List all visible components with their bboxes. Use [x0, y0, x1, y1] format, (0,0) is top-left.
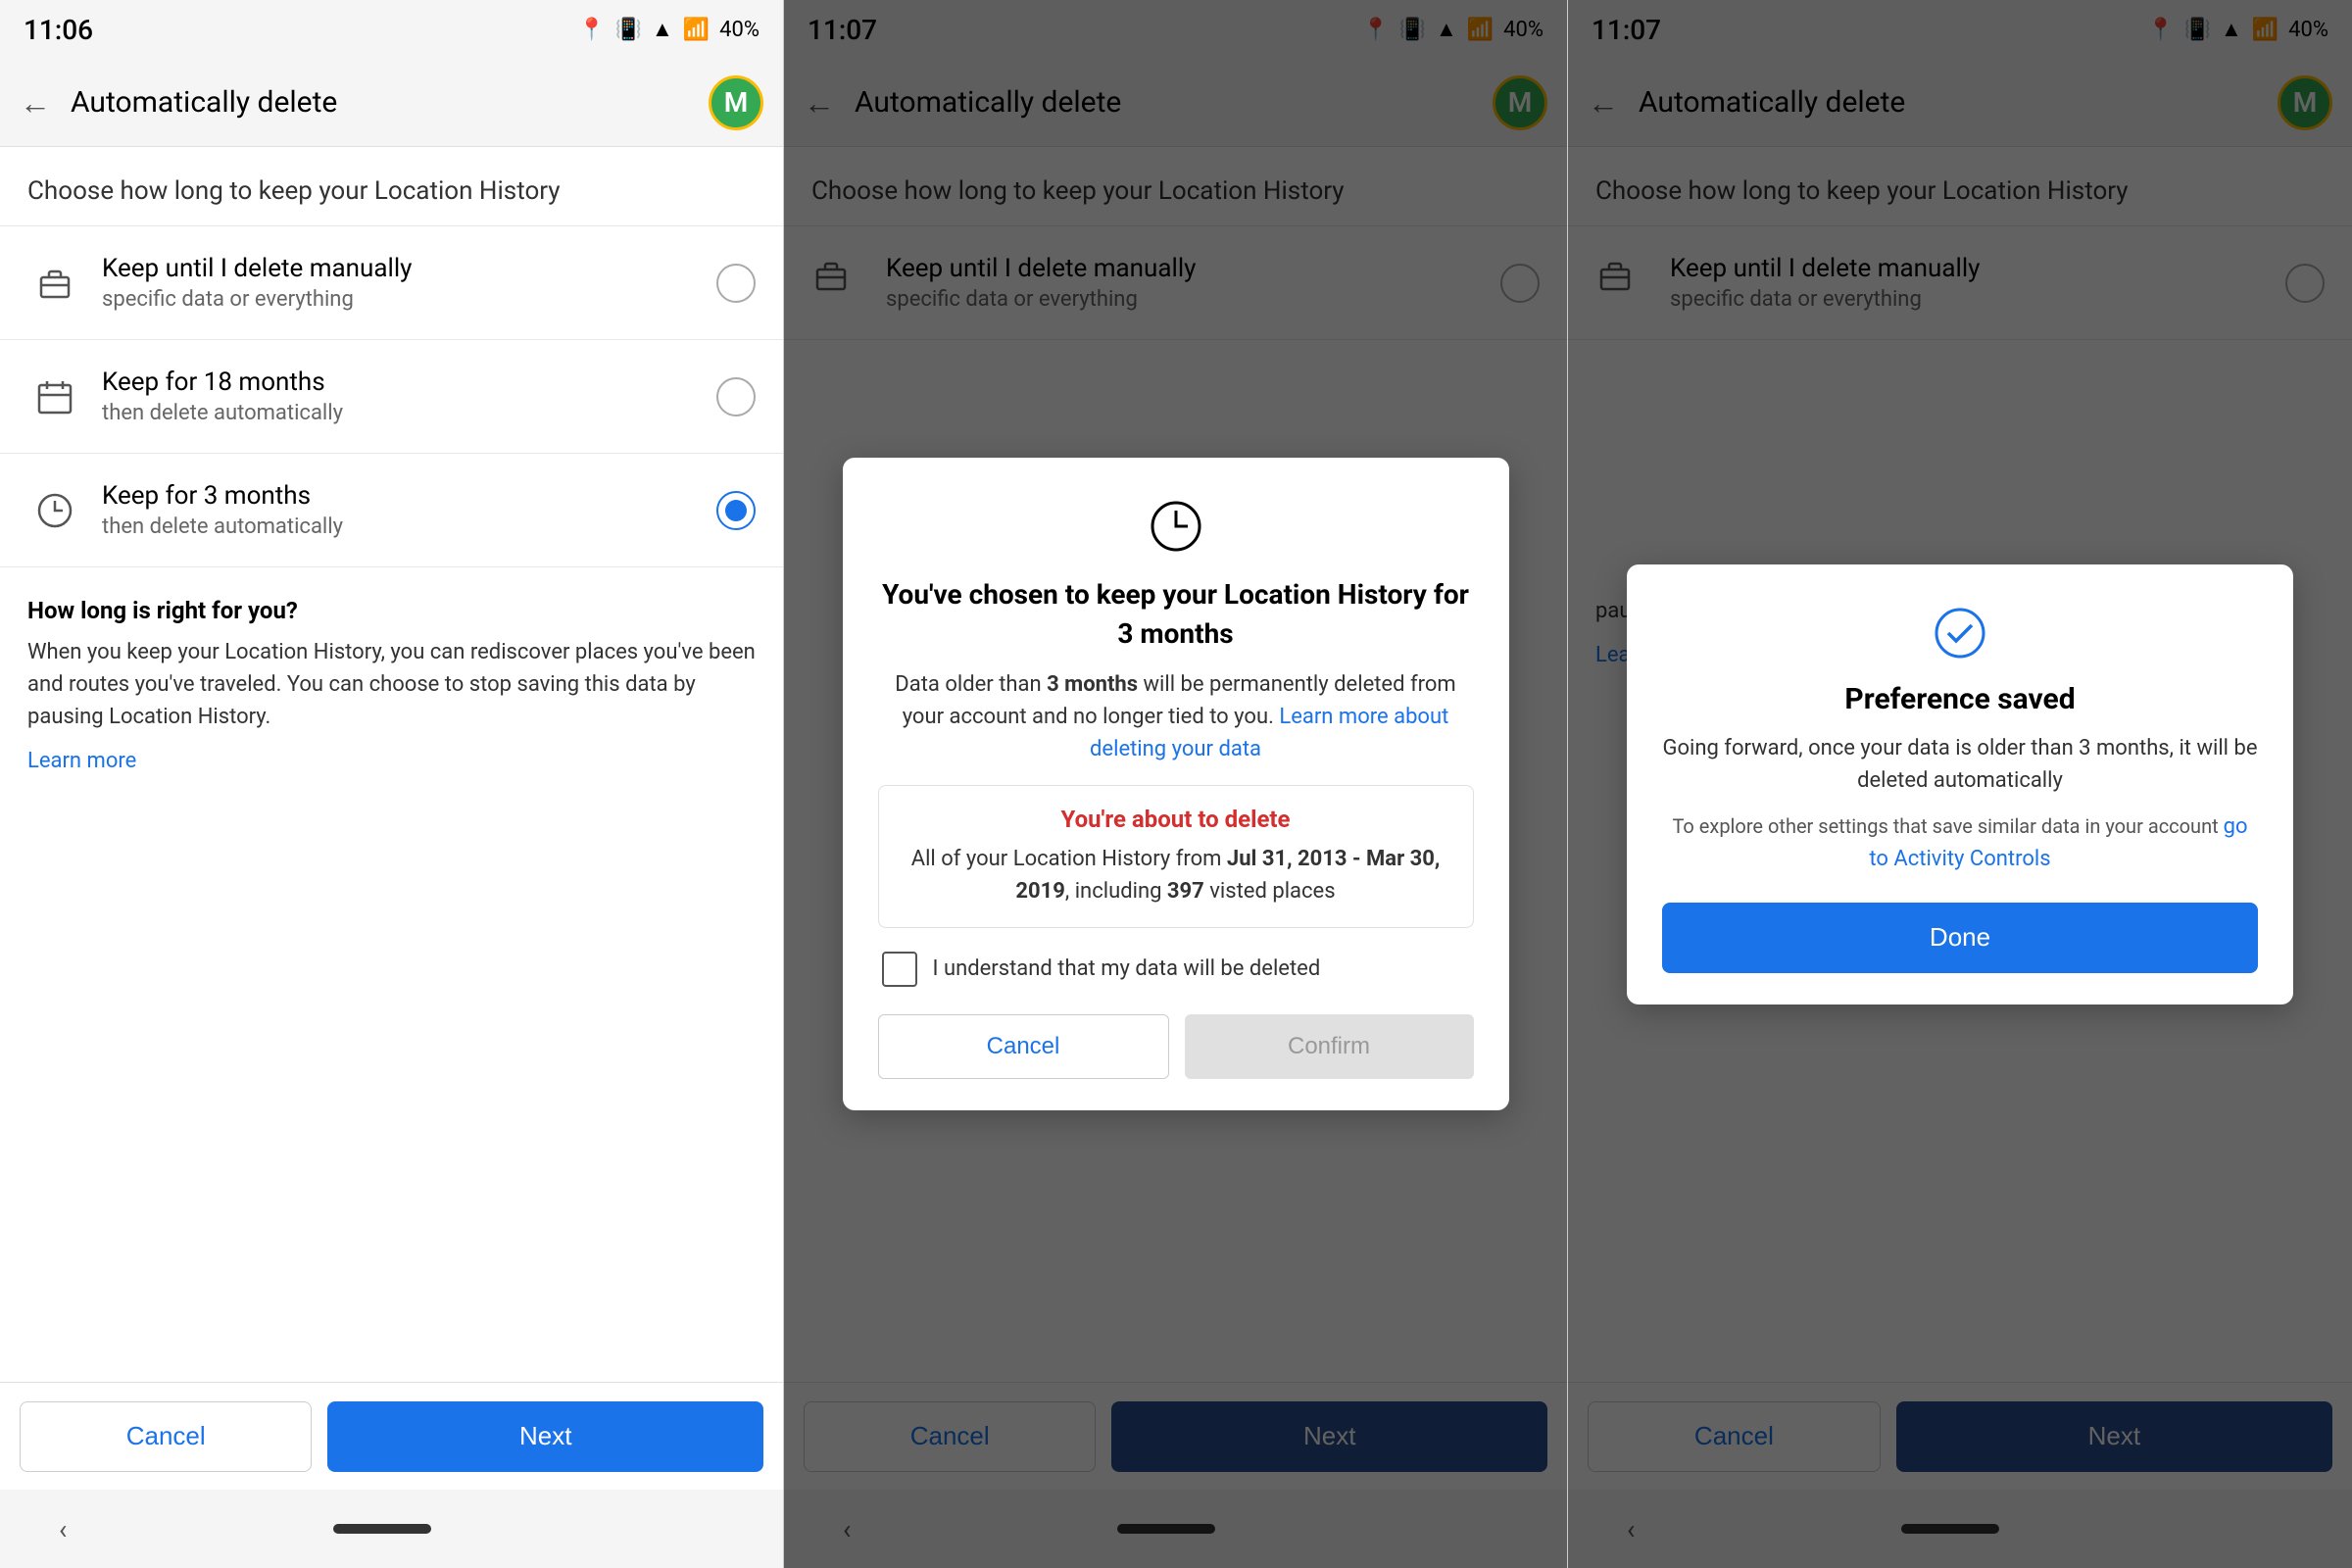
cancel-button-1[interactable]: Cancel [20, 1401, 312, 1472]
checkbox-label: I understand that my data will be delete… [933, 956, 1321, 981]
info-text-1: When you keep your Location History, you… [27, 636, 756, 733]
page-title-1: Choose how long to keep your Location Hi… [0, 147, 783, 226]
modal-warning-title: You're about to delete [899, 806, 1453, 833]
battery-text-1: 40% [719, 18, 760, 42]
location-icon: 📍 [578, 18, 605, 42]
info-section-1: How long is right for you? When you keep… [0, 567, 783, 803]
modal-confirm-desc: Data older than 3 months will be permane… [878, 668, 1474, 765]
calendar-icon-1 [27, 369, 82, 424]
pref-checkmark-icon [1662, 604, 2258, 662]
option-3months-1[interactable]: Keep for 3 months then delete automatica… [0, 454, 783, 567]
back-button-1[interactable]: ← [20, 84, 51, 122]
learn-more-modal[interactable]: Learn more about deleting your data [1090, 705, 1448, 761]
radio-3months-1[interactable] [716, 491, 756, 530]
modal-warning-text: All of your Location History from Jul 31… [899, 843, 1453, 907]
option-text-manual-1: Keep until I delete manually specific da… [102, 254, 716, 312]
status-bar-1: 11:06 📍 📳 ▲ 📶 40% [0, 0, 783, 59]
status-icons-1: 📍 📳 ▲ 📶 40% [578, 17, 760, 42]
content-1: Choose how long to keep your Location Hi… [0, 147, 783, 1382]
next-button-1[interactable]: Next [327, 1401, 763, 1472]
option-subtitle-18-1: then delete automatically [102, 401, 716, 425]
done-button[interactable]: Done [1662, 903, 2258, 973]
option-title-manual-1: Keep until I delete manually [102, 254, 716, 283]
vibrate-icon: 📳 [615, 18, 642, 42]
understand-checkbox[interactable] [882, 952, 917, 987]
modal-checkbox-row: I understand that my data will be delete… [878, 952, 1474, 987]
nav-back-1[interactable]: ‹ [59, 1513, 67, 1545]
modal-clock-icon [878, 497, 1474, 556]
nav-pill-1 [333, 1524, 431, 1534]
modal-cancel-button[interactable]: Cancel [878, 1014, 1169, 1079]
option-title-3-1: Keep for 3 months [102, 481, 716, 511]
option-subtitle-manual-1: specific data or everything [102, 287, 716, 312]
modal-confirm-title: You've chosen to keep your Location Hist… [878, 575, 1474, 652]
modal-overlay-2: You've chosen to keep your Location Hist… [784, 0, 1567, 1568]
pref-subdesc: To explore other settings that save simi… [1662, 810, 2258, 875]
wifi-icon: ▲ [652, 17, 673, 42]
learn-more-link-1[interactable]: Learn more [27, 749, 136, 773]
nav-bar-1: ‹ [0, 1490, 783, 1568]
modal-confirm-button[interactable]: Confirm [1185, 1014, 1474, 1079]
modal-card-pref: Preference saved Going forward, once you… [1627, 564, 2293, 1004]
avatar-1: M [709, 75, 763, 130]
pref-desc: Going forward, once your data is older t… [1662, 732, 2258, 797]
option-title-18-1: Keep for 18 months [102, 368, 716, 397]
info-title-1: How long is right for you? [27, 597, 756, 624]
activity-controls-link[interactable]: go to Activity Controls [1869, 814, 2247, 871]
option-manual-1[interactable]: Keep until I delete manually specific da… [0, 226, 783, 340]
briefcase-icon-1 [27, 256, 82, 311]
signal-icon: 📶 [683, 18, 710, 42]
modal-overlay-3: Preference saved Going forward, once you… [1568, 0, 2352, 1568]
bottom-bar-1: Cancel Next [0, 1382, 783, 1490]
radio-18months-1[interactable] [716, 377, 756, 416]
app-bar-1: ← Automatically delete M [0, 59, 783, 147]
radio-manual-1[interactable] [716, 264, 756, 303]
modal-card-confirm: You've chosen to keep your Location Hist… [843, 458, 1509, 1109]
modal-warning-box: You're about to delete All of your Locat… [878, 785, 1474, 928]
pref-title: Preference saved [1662, 682, 2258, 716]
option-subtitle-3-1: then delete automatically [102, 514, 716, 539]
app-title-1: Automatically delete [71, 85, 709, 120]
status-time-1: 11:06 [24, 14, 93, 46]
option-text-3-1: Keep for 3 months then delete automatica… [102, 481, 716, 539]
panel-1: 11:06 📍 📳 ▲ 📶 40% ← Automatically delete… [0, 0, 784, 1568]
panel-2: 11:07 📍 📳 ▲ 📶 40% ← Automatically delete… [784, 0, 1568, 1568]
panel-3: 11:07 📍 📳 ▲ 📶 40% ← Automatically delete… [1568, 0, 2352, 1568]
option-text-18-1: Keep for 18 months then delete automatic… [102, 368, 716, 425]
clock-icon-1 [27, 483, 82, 538]
option-18months-1[interactable]: Keep for 18 months then delete automatic… [0, 340, 783, 454]
modal-buttons: Cancel Confirm [878, 1014, 1474, 1079]
